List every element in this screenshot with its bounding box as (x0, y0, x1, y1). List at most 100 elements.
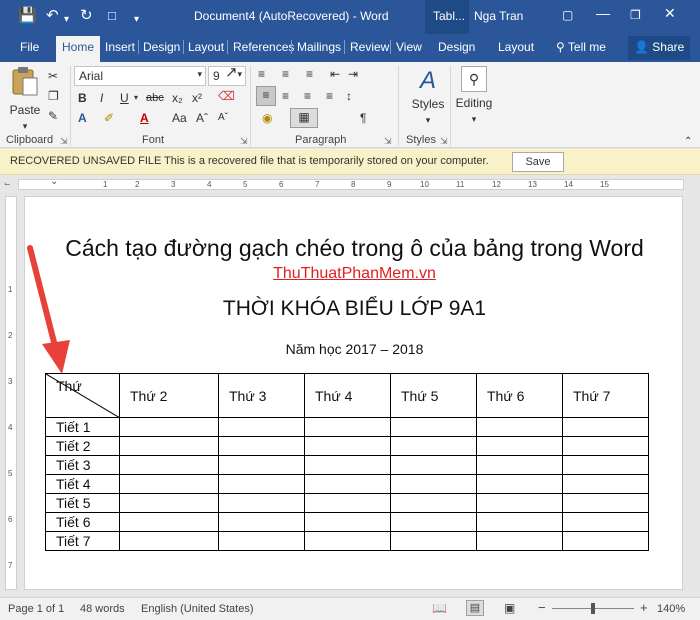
table-cell[interactable] (562, 512, 649, 532)
undo-icon[interactable]: ↶ (46, 7, 59, 25)
font-name-combo[interactable]: Arial ▾ (74, 66, 206, 86)
align-center-icon[interactable]: ≡ (282, 88, 289, 104)
table-cell[interactable] (562, 436, 649, 456)
grow-font-icon[interactable]: Aˆ (196, 110, 208, 126)
shrink-font-icon[interactable]: Aˇ (218, 110, 228, 126)
customize-icon[interactable]: ▾ (134, 11, 139, 29)
highlight-color-icon[interactable]: ✐ (104, 110, 114, 126)
increase-indent-icon[interactable]: ⇥ (348, 66, 358, 82)
numbering-icon[interactable]: ≡ (282, 66, 289, 82)
table-cell[interactable] (476, 531, 563, 551)
bold-button[interactable]: B (78, 90, 87, 106)
align-left-button[interactable]: ≡ (256, 86, 276, 106)
table-cell[interactable] (218, 474, 305, 494)
table-cell[interactable] (218, 493, 305, 513)
undo-dropdown-icon[interactable]: ▾ (64, 11, 69, 29)
table-cell[interactable] (390, 474, 477, 494)
italic-button[interactable]: I (100, 90, 103, 106)
web-layout-icon[interactable]: ▣ (504, 601, 515, 615)
table-cell[interactable] (304, 531, 391, 551)
row-header[interactable]: Tiết 7 (45, 531, 120, 551)
save-icon[interactable]: 💾 (18, 7, 37, 25)
table-cell[interactable] (390, 493, 477, 513)
font-launcher-icon[interactable]: ⇲ (240, 136, 248, 147)
table-cell[interactable] (119, 436, 219, 456)
column-header[interactable]: Thứ 2 (119, 373, 219, 418)
subscript-button[interactable]: x₂ (172, 90, 183, 106)
document-page[interactable]: Cách tạo đường gạch chéo trong ô của bản… (24, 196, 683, 590)
styles-launcher-icon[interactable]: ⇲ (440, 136, 448, 147)
table-cell[interactable] (218, 436, 305, 456)
column-header[interactable]: Thứ 3 (218, 373, 305, 418)
vertical-ruler[interactable]: 1 2 3 4 5 6 7 (5, 196, 17, 590)
underline-button[interactable]: U (120, 90, 129, 106)
borders-button[interactable]: ▦ (290, 108, 318, 128)
column-header[interactable]: Thứ 6 (476, 373, 563, 418)
tab-home[interactable]: Home (56, 36, 101, 62)
superscript-button[interactable]: x² (192, 90, 202, 106)
zoom-slider-thumb[interactable] (591, 603, 595, 614)
paste-dropdown-icon[interactable]: ▾ (8, 118, 42, 134)
tab-design[interactable]: Design (143, 40, 180, 54)
table-cell[interactable] (562, 493, 649, 513)
row-header[interactable]: Tiết 3 (45, 455, 120, 475)
minimize-icon[interactable]: — (596, 5, 610, 21)
table-cell[interactable] (304, 417, 391, 437)
strikethrough-button[interactable]: abc (146, 90, 164, 106)
table-cell[interactable] (119, 493, 219, 513)
redo-icon[interactable]: ↻ (80, 7, 93, 25)
shading-icon[interactable]: ◉ (262, 110, 272, 126)
bullets-icon[interactable]: ≡ (258, 66, 265, 82)
format-painter-icon[interactable]: ✎ (48, 108, 58, 124)
table-cell[interactable] (562, 455, 649, 475)
table-cell[interactable] (218, 455, 305, 475)
tab-layout[interactable]: Layout (188, 40, 224, 54)
table-cell[interactable] (476, 455, 563, 475)
table-cell[interactable] (476, 436, 563, 456)
tab-review[interactable]: Review (350, 40, 389, 54)
user-name[interactable]: Nga Tran (474, 9, 523, 23)
tab-file[interactable]: File (20, 40, 39, 54)
tab-table-layout[interactable]: Layout (498, 40, 534, 54)
line-spacing-icon[interactable]: ↕ (346, 88, 352, 104)
tell-me-search[interactable]: ⚲ Tell me (556, 40, 606, 54)
tab-insert[interactable]: Insert (105, 40, 135, 54)
align-right-icon[interactable]: ≡ (304, 88, 311, 104)
table-cell[interactable] (476, 474, 563, 494)
table-cell[interactable] (390, 455, 477, 475)
justify-icon[interactable]: ≡ (326, 88, 333, 104)
table-cell[interactable] (476, 512, 563, 532)
multilevel-list-icon[interactable]: ≡ (306, 66, 313, 82)
table-cell[interactable] (562, 531, 649, 551)
copy-icon[interactable]: ❐ (48, 88, 59, 104)
table-cell[interactable] (476, 493, 563, 513)
table-cell[interactable] (304, 493, 391, 513)
editing-button[interactable]: ⚲ Editing ▾ (454, 66, 494, 128)
table-cell[interactable] (304, 512, 391, 532)
restore-icon[interactable]: ❐ (630, 8, 641, 22)
save-button[interactable]: Save (512, 152, 564, 172)
row-header[interactable]: Tiết 6 (45, 512, 120, 532)
column-header[interactable]: Thứ 4 (304, 373, 391, 418)
diagonal-header-cell[interactable]: Thứ (45, 373, 120, 418)
row-header[interactable]: Tiết 2 (45, 436, 120, 456)
text-effects-icon[interactable]: A (78, 110, 87, 126)
tab-references[interactable]: References (233, 40, 294, 54)
table-cell[interactable] (218, 512, 305, 532)
row-header[interactable]: Tiết 1 (45, 417, 120, 437)
cut-icon[interactable]: ✂ (48, 68, 58, 84)
change-case-icon[interactable]: Aa (172, 110, 187, 126)
styles-button[interactable]: A Styles ▾ (406, 66, 450, 128)
paragraph-launcher-icon[interactable]: ⇲ (384, 136, 392, 147)
table-cell[interactable] (218, 531, 305, 551)
table-cell[interactable] (562, 417, 649, 437)
table-cell[interactable] (390, 512, 477, 532)
zoom-out-button[interactable]: − (538, 600, 546, 615)
site-link[interactable]: ThuThuatPhanMem.vn (25, 265, 684, 283)
decrease-indent-icon[interactable]: ⇤ (330, 66, 340, 82)
table-cell[interactable] (390, 436, 477, 456)
collapse-ribbon-icon[interactable]: ⌃ (684, 134, 692, 150)
language-status[interactable]: English (United States) (141, 603, 254, 615)
table-cell[interactable] (390, 531, 477, 551)
row-header[interactable]: Tiết 4 (45, 474, 120, 494)
